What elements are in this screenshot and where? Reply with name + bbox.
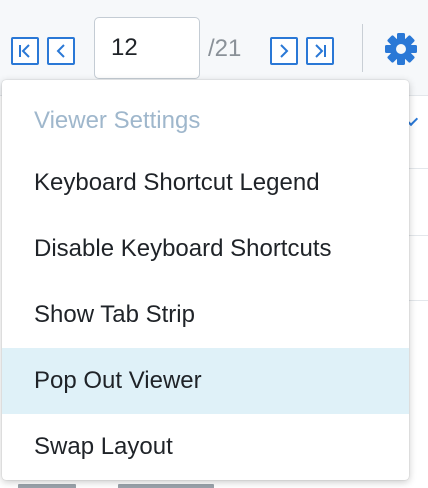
menu-item-label: Keyboard Shortcut Legend bbox=[34, 169, 320, 196]
background-page bbox=[408, 96, 428, 488]
toolbar-divider bbox=[362, 24, 363, 72]
page-total: /21 bbox=[208, 35, 242, 62]
first-page-button[interactable] bbox=[11, 37, 39, 65]
viewer-window: /21 bbox=[0, 0, 428, 488]
viewer-settings-menu: Viewer Settings Keyboard Shortcut Legend… bbox=[2, 80, 409, 480]
menu-header: Viewer Settings bbox=[34, 107, 201, 134]
prev-page-icon bbox=[56, 44, 65, 58]
menu-item-pop-out-viewer[interactable]: Pop Out Viewer bbox=[2, 348, 409, 414]
menu-item-show-tab-strip[interactable]: Show Tab Strip bbox=[2, 282, 409, 348]
menu-item-label: Pop Out Viewer bbox=[34, 367, 202, 394]
menu-item-disable-keyboard-shortcuts[interactable]: Disable Keyboard Shortcuts bbox=[2, 216, 409, 282]
gear-icon[interactable] bbox=[384, 32, 418, 66]
next-page-button[interactable] bbox=[270, 37, 298, 65]
menu-item-keyboard-shortcut-legend[interactable]: Keyboard Shortcut Legend bbox=[2, 150, 409, 216]
prev-page-button[interactable] bbox=[47, 37, 75, 65]
background-divider bbox=[408, 300, 428, 301]
last-page-button[interactable] bbox=[306, 37, 334, 65]
menu-item-label: Show Tab Strip bbox=[34, 301, 195, 328]
last-page-icon bbox=[315, 44, 326, 58]
menu-item-swap-layout[interactable]: Swap Layout bbox=[2, 414, 409, 480]
next-page-icon bbox=[280, 44, 289, 58]
background-text-fragment bbox=[0, 480, 428, 488]
first-page-icon bbox=[19, 44, 30, 58]
menu-item-label: Swap Layout bbox=[34, 433, 173, 460]
background-divider bbox=[408, 168, 428, 169]
menu-item-label: Disable Keyboard Shortcuts bbox=[34, 235, 332, 262]
background-divider bbox=[408, 235, 428, 236]
page-number-input[interactable] bbox=[94, 17, 200, 79]
